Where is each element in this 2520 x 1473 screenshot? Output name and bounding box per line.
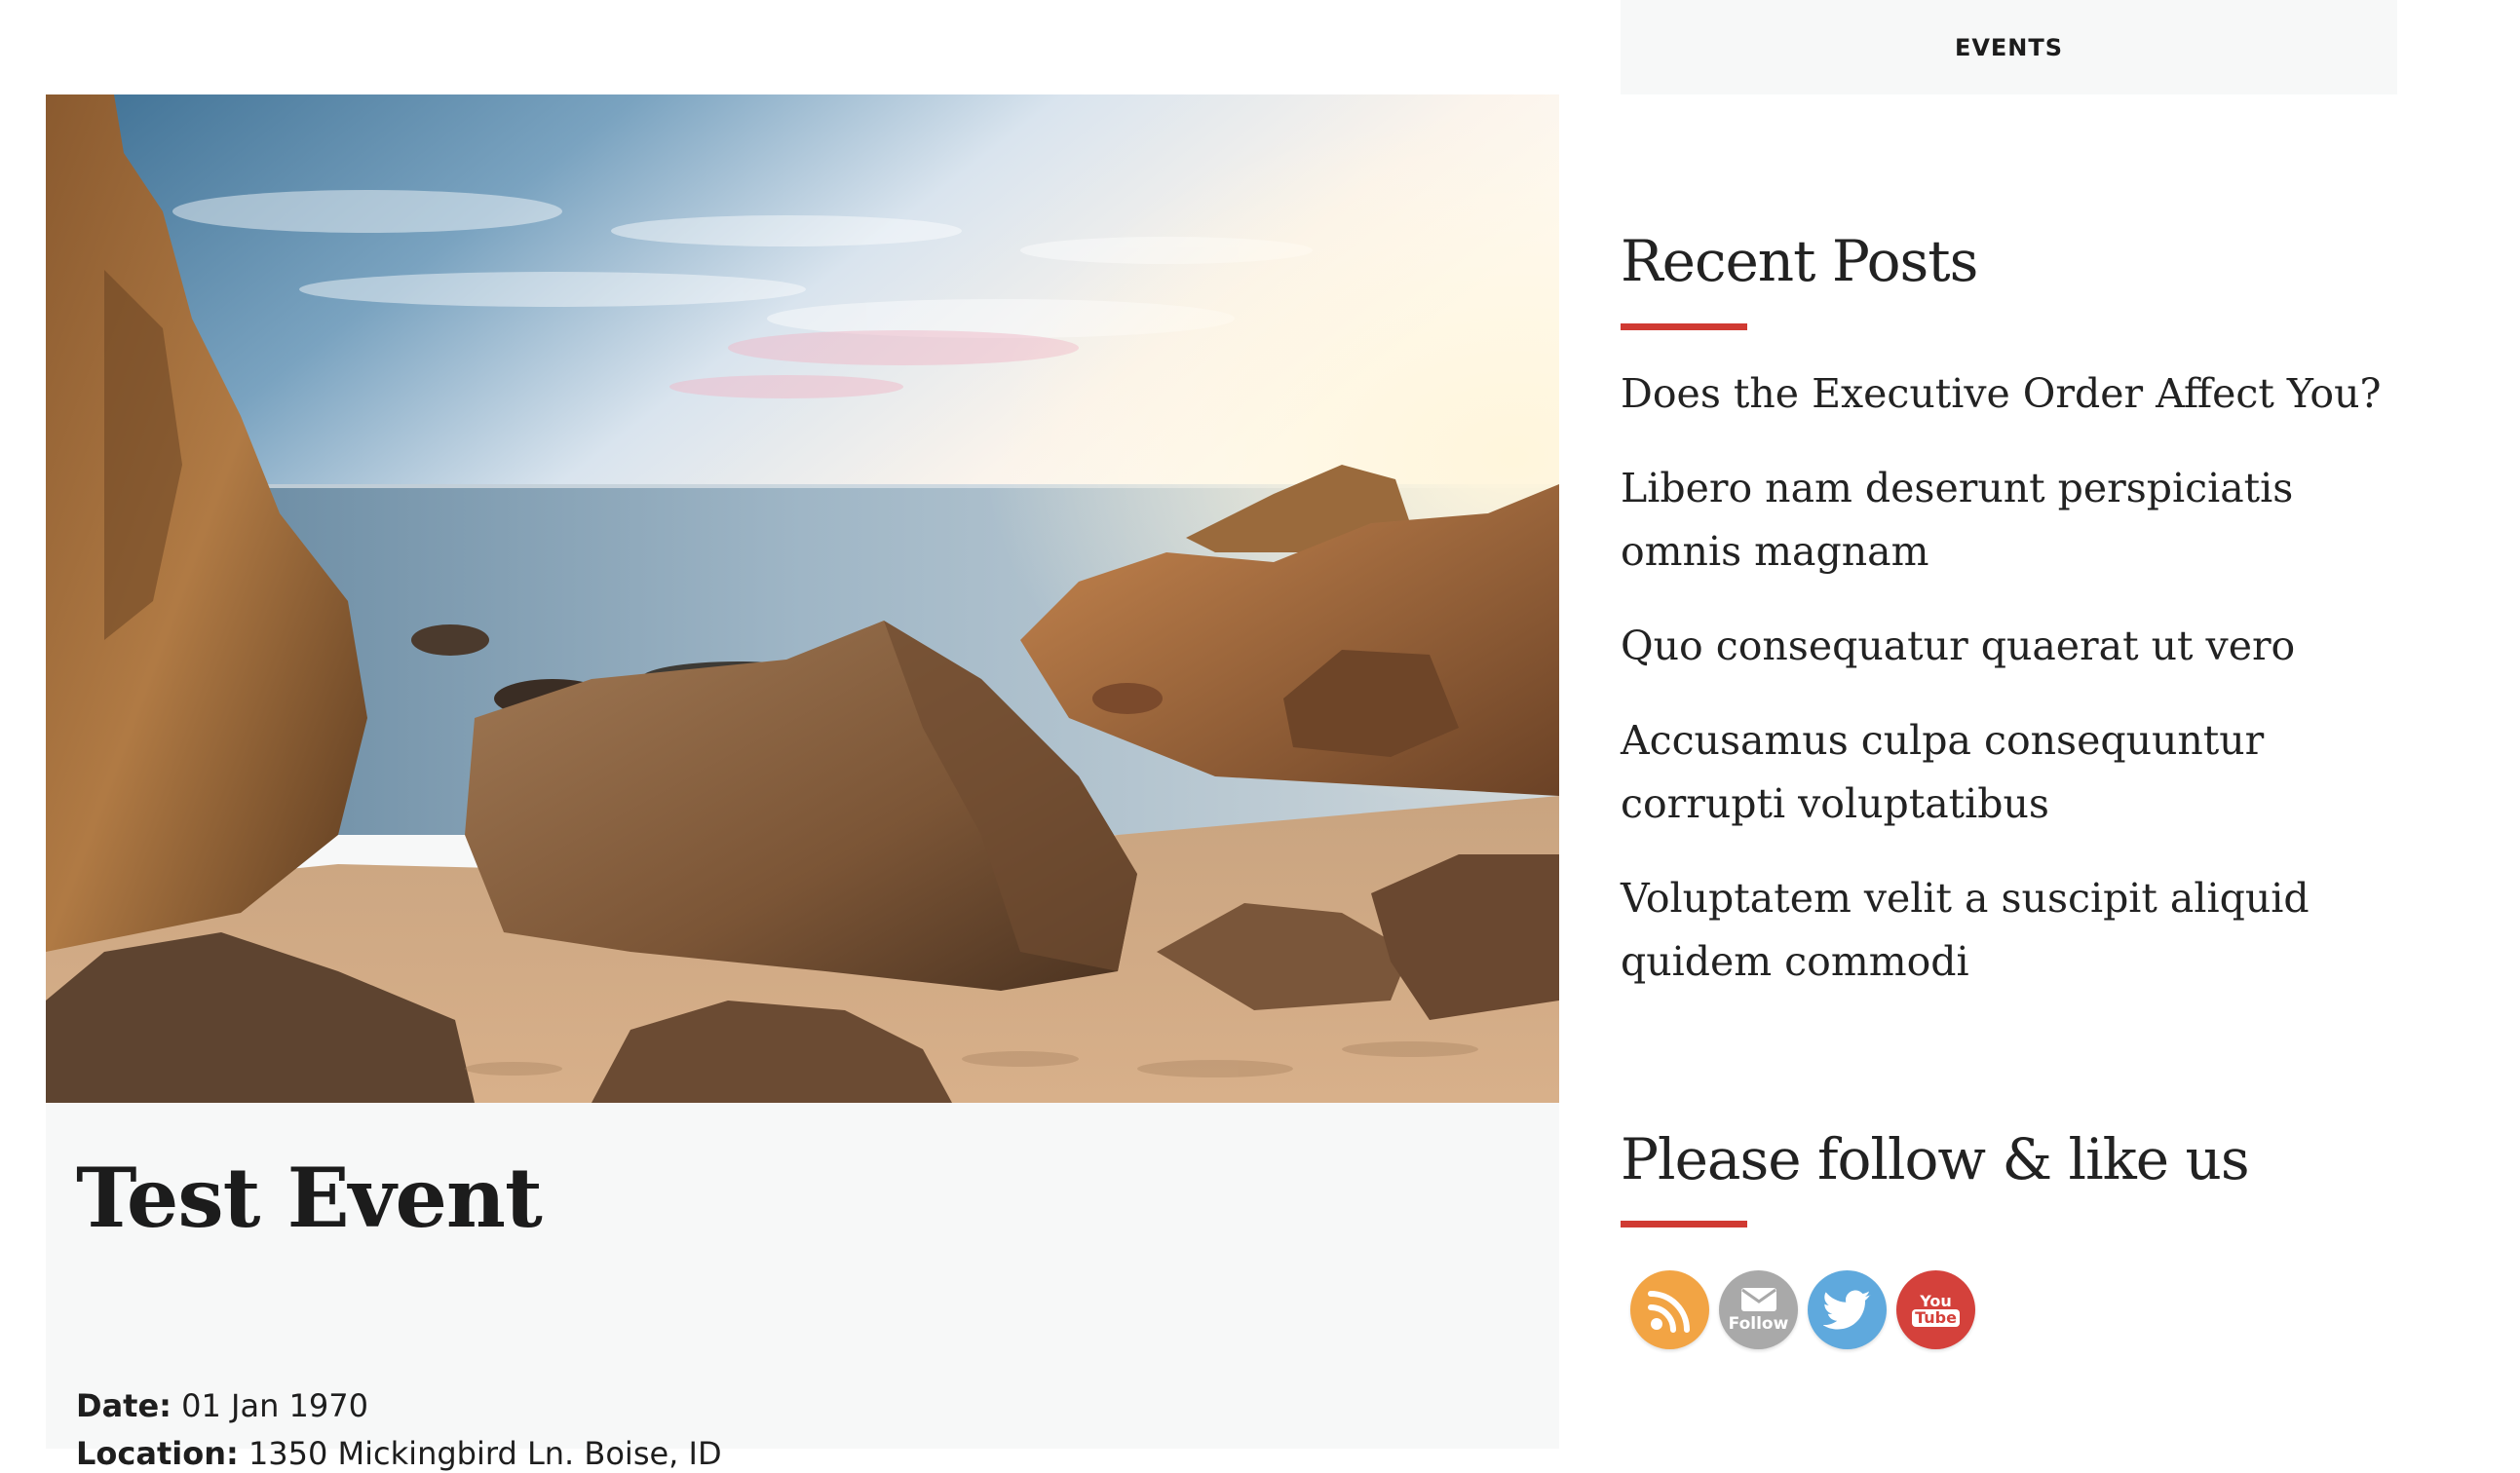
recent-posts-title: Recent Posts	[1621, 228, 1978, 294]
event-card: Test Event Date: 01 Jan 1970 Location: 1…	[46, 94, 1559, 1472]
recent-posts-list: Does the Executive Order Affect You? Lib…	[1621, 362, 2397, 1025]
recent-post-link[interactable]: Accusamus culpa consequuntur corrupti vo…	[1621, 709, 2397, 836]
sidebar: EVENTS Recent Posts Does the Executive O…	[1621, 0, 2397, 1471]
event-location-value: 1350 Mickingbird Ln. Boise, ID	[248, 1435, 722, 1472]
youtube-icon[interactable]: You Tube	[1896, 1270, 1975, 1349]
event-date-label: Date:	[76, 1387, 172, 1424]
envelope-icon	[1740, 1287, 1776, 1311]
recent-post-link[interactable]: Quo consequatur quaerat ut vero	[1621, 615, 2397, 678]
event-date-value: 01 Jan 1970	[181, 1387, 368, 1424]
email-follow-icon[interactable]: Follow	[1719, 1270, 1798, 1349]
rss-icon[interactable]	[1630, 1270, 1709, 1349]
event-featured-image[interactable]	[46, 94, 1559, 1103]
recent-post-link[interactable]: Libero nam deserunt perspiciatis omnis m…	[1621, 457, 2397, 584]
youtube-logo: You Tube	[1912, 1293, 1960, 1327]
follow-widget-title: Please follow & like us	[1621, 1126, 2250, 1192]
recent-post-link[interactable]: Does the Executive Order Affect You?	[1621, 362, 2397, 426]
recent-posts-accent-bar	[1621, 323, 1747, 330]
event-title: Test Event	[76, 1150, 543, 1246]
event-location-label: Location:	[76, 1435, 239, 1472]
twitter-icon[interactable]	[1808, 1270, 1887, 1349]
event-date: Date: 01 Jan 1970	[76, 1386, 368, 1425]
social-icons-row: Follow You Tube	[1630, 1270, 1975, 1349]
youtube-logo-bottom: Tube	[1912, 1309, 1960, 1327]
youtube-logo-top: You	[1920, 1292, 1952, 1310]
email-follow-label: Follow	[1728, 1313, 1789, 1334]
recent-post-link[interactable]: Voluptatem velit a suscipit aliquid quid…	[1621, 867, 2397, 994]
follow-accent-bar	[1621, 1221, 1747, 1228]
event-location: Location: 1350 Mickingbird Ln. Boise, ID	[76, 1434, 722, 1473]
events-tab[interactable]: EVENTS	[1621, 0, 2397, 94]
